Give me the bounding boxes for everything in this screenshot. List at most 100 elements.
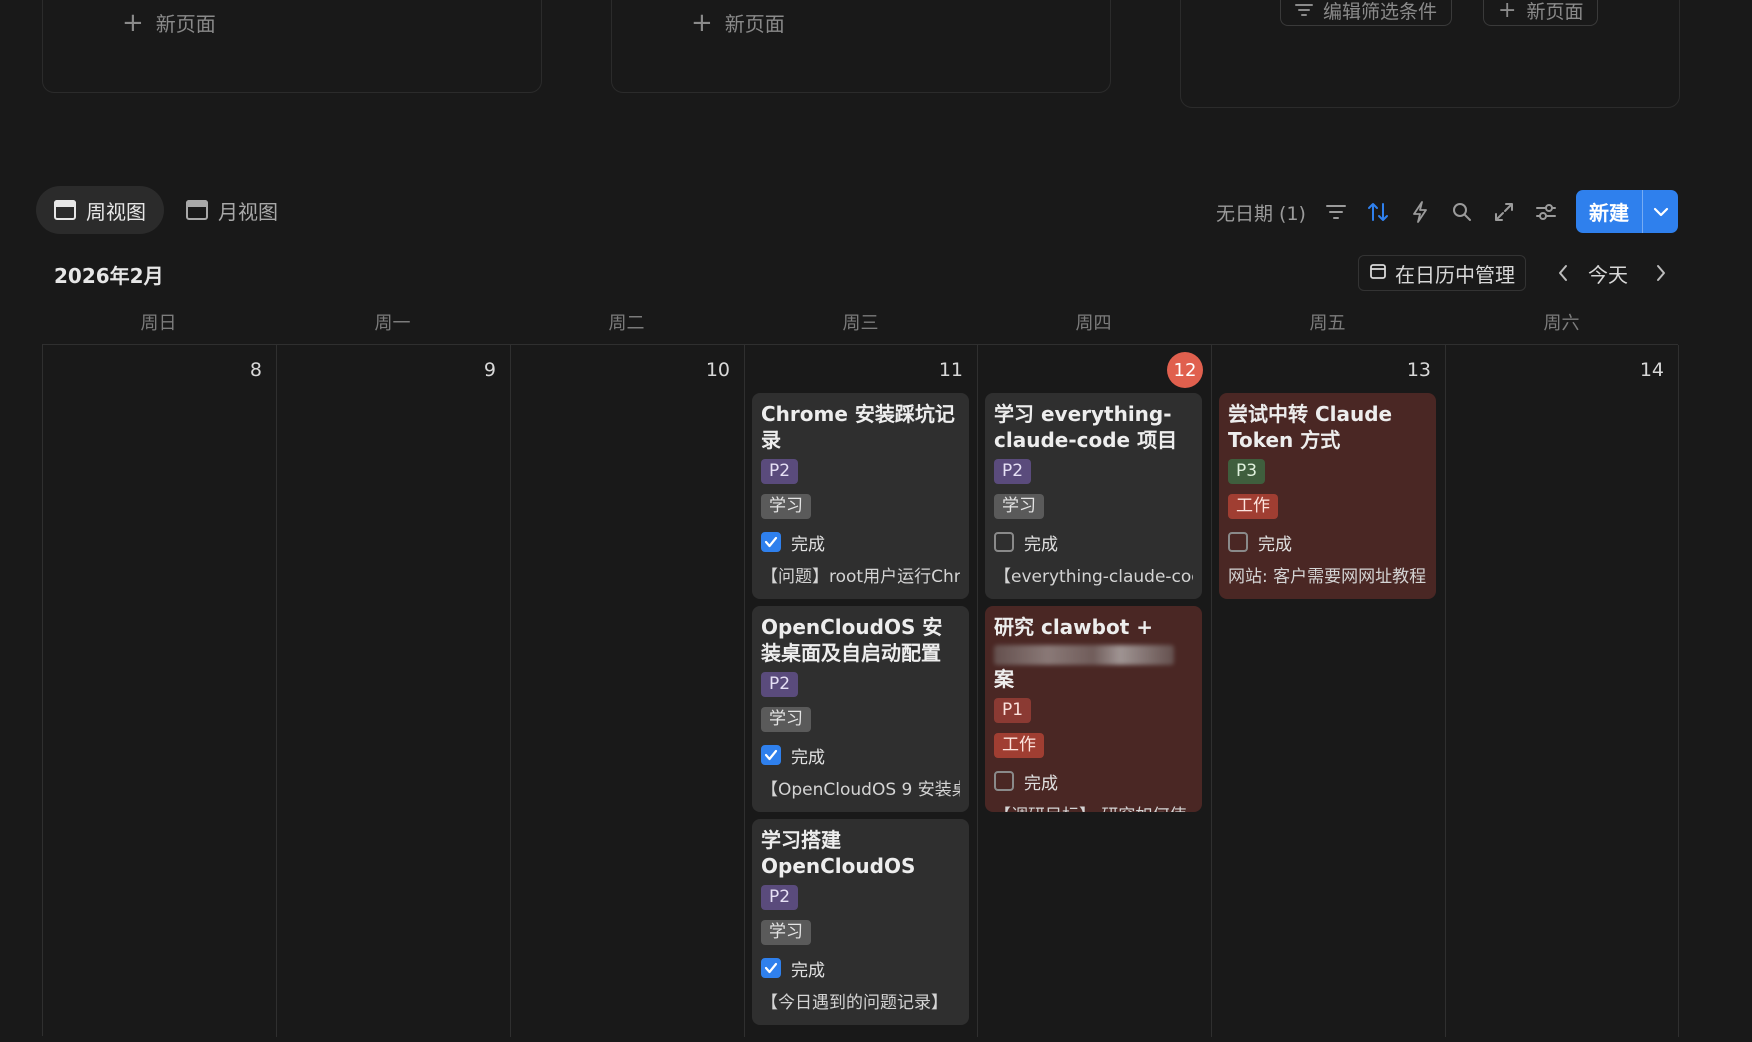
- event-card[interactable]: Chrome 安装踩坑记录 P2 学习 完成 【问题】root用户运行Chrom…: [752, 393, 969, 599]
- calendar-icon: [186, 200, 208, 220]
- plus-icon: +: [691, 7, 713, 38]
- category-tag: 学习: [761, 494, 811, 519]
- card-title-prefix: 研究 clawbot +: [994, 615, 1153, 639]
- category-tag: 工作: [1228, 494, 1278, 519]
- done-label: 完成: [1258, 534, 1292, 555]
- priority-tag: P2: [761, 885, 799, 910]
- day-cell-mon[interactable]: 9: [277, 345, 511, 1037]
- day-number: 8: [249, 359, 262, 381]
- priority-tag: P2: [761, 459, 799, 484]
- prev-week-button[interactable]: [1550, 258, 1576, 288]
- priority-tag: P2: [994, 459, 1032, 484]
- card-snippet: 【今日遇到的问题记录】: [761, 993, 948, 1013]
- weekday-mon: 周一: [374, 313, 411, 334]
- event-card[interactable]: 学习 everything-claude-code 项目 P2 学习 完成 【e…: [985, 393, 1202, 599]
- today-day-number: 12: [1167, 352, 1203, 388]
- today-button[interactable]: 今天: [1588, 259, 1628, 288]
- new-button[interactable]: 新建: [1576, 190, 1678, 233]
- priority-tag: P2: [761, 672, 799, 697]
- day-cell-sat[interactable]: 14: [1446, 345, 1679, 1037]
- done-checkbox[interactable]: [1228, 532, 1248, 552]
- weekday-thu: 周四: [1075, 313, 1112, 334]
- filter-icon: [1295, 0, 1313, 22]
- card-snippet: 【调研目标】 研究如何使: [994, 802, 1193, 812]
- event-card[interactable]: 学习搭建 OpenCloudOS P2 学习 完成 【今日遇到的问题记录】: [752, 819, 969, 1025]
- done-label: 完成: [791, 534, 825, 555]
- done-label: 完成: [791, 747, 825, 768]
- board-column-2: [611, 0, 1111, 93]
- done-label: 完成: [1024, 773, 1058, 794]
- card-title-suffix: 案: [994, 667, 1014, 691]
- weekday-wed: 周三: [842, 313, 879, 334]
- calendar-icon: [1369, 261, 1387, 285]
- month-title: 2026年2月: [54, 264, 164, 288]
- expand-icon[interactable]: [1490, 192, 1518, 232]
- card-title: 尝试中转 Claude Token 方式: [1228, 402, 1393, 452]
- category-tag: 学习: [761, 707, 811, 732]
- plus-icon: +: [1498, 0, 1517, 23]
- day-number: 10: [705, 359, 730, 381]
- edit-filter-label: 编辑筛选条件: [1323, 1, 1438, 23]
- done-checkbox[interactable]: [994, 532, 1014, 552]
- day-number: 13: [1406, 359, 1431, 381]
- tab-week-view[interactable]: 周视图: [36, 186, 164, 234]
- plus-icon: +: [122, 7, 144, 38]
- day-number: 9: [483, 359, 496, 381]
- tab-label: 周视图: [86, 199, 146, 224]
- done-checkbox[interactable]: [761, 532, 781, 552]
- category-tag: 工作: [994, 733, 1044, 758]
- new-page-button[interactable]: + 新页面: [1483, 0, 1599, 26]
- weekday-sat: 周六: [1543, 313, 1580, 334]
- sort-icon[interactable]: [1364, 192, 1392, 232]
- new-page-button[interactable]: + 新页面: [122, 8, 216, 37]
- done-checkbox[interactable]: [994, 771, 1014, 791]
- no-date-button[interactable]: 无日期 (1): [1216, 192, 1306, 232]
- event-card[interactable]: 研究 clawbot + 案 P1 工作 完成 【调研目标】 研究如何使: [985, 606, 1202, 812]
- automation-bolt-icon[interactable]: [1406, 192, 1434, 232]
- card-snippet: 【everything-claude-code: [994, 567, 1193, 587]
- tab-label: 月视图: [218, 199, 278, 224]
- search-icon[interactable]: [1448, 192, 1476, 232]
- filter-icon[interactable]: [1322, 192, 1350, 232]
- day-cell-tue[interactable]: 10: [511, 345, 745, 1037]
- card-title: 研究 clawbot + 案: [994, 614, 1193, 692]
- priority-tag: P3: [1228, 459, 1266, 484]
- day-number: 11: [938, 359, 963, 381]
- priority-tag: P1: [994, 698, 1032, 723]
- edit-filter-button[interactable]: 编辑筛选条件: [1280, 0, 1453, 26]
- category-tag: 学习: [761, 920, 811, 945]
- card-title: OpenCloudOS 安装桌面及自启动配置: [761, 615, 943, 665]
- new-page-button[interactable]: + 新页面: [691, 8, 785, 37]
- next-week-button[interactable]: [1648, 258, 1674, 288]
- new-page-label: 新页面: [1526, 1, 1584, 23]
- category-tag: 学习: [994, 494, 1044, 519]
- card-title: Chrome 安装踩坑记录: [761, 402, 955, 452]
- day-number: 14: [1639, 359, 1664, 381]
- redacted-blur: [994, 644, 1174, 665]
- tab-month-view[interactable]: 月视图: [168, 186, 296, 234]
- card-title: 学习搭建 OpenCloudOS: [761, 828, 916, 878]
- card-snippet: 【问题】root用户运行Chrome: [761, 567, 960, 587]
- card-title: 学习 everything-claude-code 项目: [994, 402, 1178, 452]
- event-card[interactable]: 尝试中转 Claude Token 方式 P3 工作 完成 网站: 客户需要网网…: [1219, 393, 1436, 599]
- chevron-down-icon[interactable]: [1643, 190, 1678, 233]
- board-column-1: [42, 0, 542, 93]
- done-checkbox[interactable]: [761, 745, 781, 765]
- card-snippet: 网站: 客户需要网网址教程: [1228, 567, 1427, 587]
- weekday-fri: 周五: [1309, 313, 1346, 334]
- weekday-tue: 周二: [608, 313, 645, 334]
- done-label: 完成: [791, 960, 825, 981]
- day-cell-sun[interactable]: 8: [43, 345, 277, 1037]
- weekday-sun: 周日: [140, 313, 177, 334]
- event-card[interactable]: OpenCloudOS 安装桌面及自启动配置 P2 学习 完成 【OpenClo…: [752, 606, 969, 812]
- new-page-label: 新页面: [724, 12, 785, 36]
- manage-label: 在日历中管理: [1395, 262, 1515, 287]
- done-label: 完成: [1024, 534, 1058, 555]
- new-page-label: 新页面: [155, 12, 216, 36]
- settings-sliders-icon[interactable]: [1532, 192, 1560, 232]
- done-checkbox[interactable]: [761, 958, 781, 978]
- new-button-label[interactable]: 新建: [1576, 190, 1642, 233]
- card-snippet: 【OpenCloudOS 9 安装桌面: [761, 780, 960, 800]
- manage-in-calendar-button[interactable]: 在日历中管理: [1358, 255, 1526, 291]
- calendar-icon: [54, 200, 76, 220]
